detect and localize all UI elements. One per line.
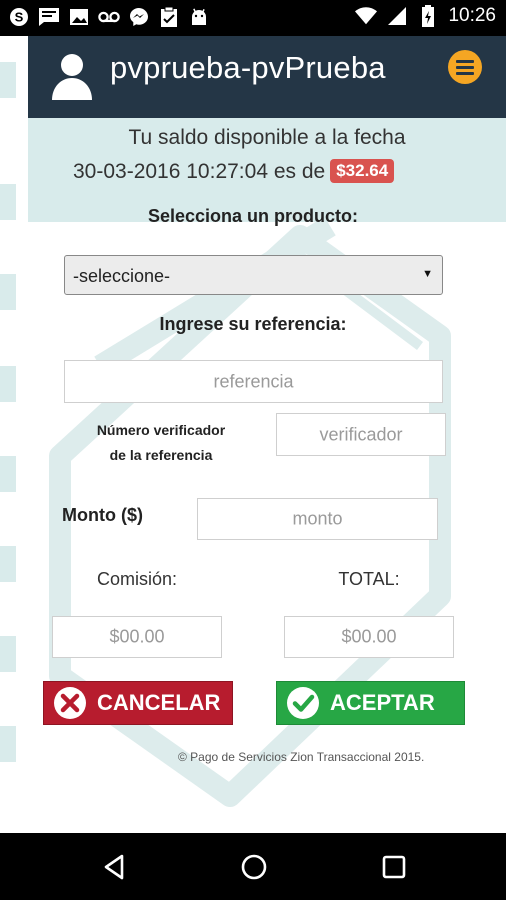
verifier-label-line2: de la referencia (109, 447, 213, 463)
battery-icon (417, 5, 439, 27)
commission-label: Comisión: (96, 569, 178, 589)
recents-icon[interactable] (379, 852, 409, 882)
message-icon (38, 6, 60, 28)
verifier-label-line1: Número verificador (96, 422, 226, 438)
messenger-icon (128, 6, 150, 28)
user-avatar-icon (52, 54, 92, 100)
close-icon (54, 687, 86, 719)
menu-button[interactable] (448, 50, 482, 84)
amount-label: Monto ($) (62, 505, 143, 525)
accept-button[interactable]: ACEPTAR (276, 681, 465, 725)
total-label: TOTAL: (338, 569, 400, 589)
verifier-input[interactable]: verificador (276, 413, 446, 456)
balance-caption: Tu saldo disponible a la fecha (128, 126, 406, 149)
svg-text:S: S (15, 10, 24, 25)
home-icon[interactable] (239, 852, 269, 882)
check-icon (287, 687, 319, 719)
commission-value: $00.00 (109, 626, 165, 647)
back-icon[interactable] (100, 852, 130, 882)
product-select[interactable]: -seleccione- ▼ (64, 255, 443, 295)
dropdown-arrow-icon: ▼ (422, 268, 433, 280)
signal-icon (386, 5, 408, 27)
accept-button-label: ACEPTAR (330, 690, 435, 715)
reference-placeholder: referencia (213, 371, 294, 391)
footer-copyright: © Pago de Servicios Zion Transaccional 2… (178, 750, 425, 764)
android-icon (188, 6, 210, 28)
amount-placeholder: monto (292, 508, 343, 529)
menu-icon (456, 60, 474, 63)
status-bar: S 10:26 (0, 0, 506, 36)
background-stripes (0, 36, 16, 833)
balance-date-line: 30-03-2016 10:27:04 es de $32.64 (73, 159, 395, 184)
app-header: pvprueba-pvPrueba (28, 36, 506, 118)
skype-icon: S (8, 6, 30, 28)
balance-amount-badge: $32.64 (330, 159, 395, 183)
voicemail-icon (98, 6, 120, 28)
app-screen: pvprueba-pvPrueba Tu saldo disponible a … (0, 36, 506, 833)
cancel-button[interactable]: CANCELAR (43, 681, 233, 725)
system-icons: 10:26 (355, 5, 496, 27)
clock: 10:26 (448, 5, 496, 26)
product-select-value: -seleccione- (73, 266, 171, 286)
commission-field: $00.00 (52, 616, 222, 658)
notification-icons: S (8, 6, 210, 28)
total-value: $00.00 (341, 626, 397, 647)
total-field: $00.00 (284, 616, 454, 658)
amount-input[interactable]: monto (197, 498, 438, 540)
page-title: pvprueba-pvPrueba (110, 50, 386, 85)
cancel-button-label: CANCELAR (97, 690, 221, 715)
reference-label: Ingrese su referencia: (159, 314, 347, 334)
balance-date: 30-03-2016 10:27:04 es de (73, 160, 326, 183)
clipboard-icon (158, 6, 180, 28)
reference-input[interactable]: referencia (64, 360, 443, 403)
navigation-bar (0, 833, 506, 900)
image-icon (68, 6, 90, 28)
verifier-placeholder: verificador (319, 424, 403, 444)
wifi-icon (355, 5, 378, 27)
verifier-label: Número verificador de la referencia (86, 418, 236, 468)
product-label: Selecciona un producto: (147, 206, 359, 226)
